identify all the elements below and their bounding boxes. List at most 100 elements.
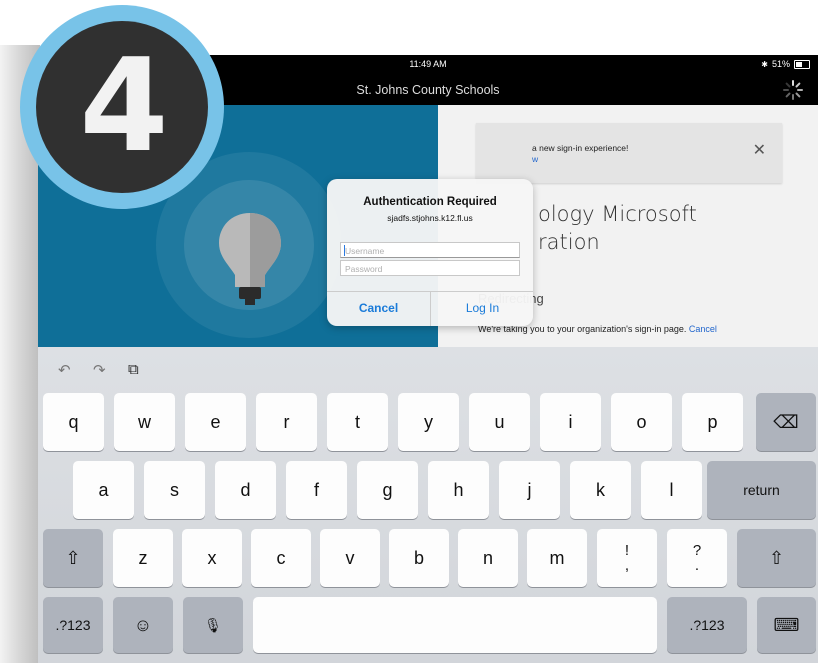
emoji-key[interactable]: ☺ bbox=[113, 597, 173, 653]
key-y-label: y bbox=[424, 411, 433, 432]
question-period-label: ?. bbox=[693, 543, 701, 573]
bluetooth-icon: ✱ bbox=[761, 59, 768, 69]
key-r-label: r bbox=[283, 411, 290, 432]
hide-keyboard-key[interactable]: ⌨ bbox=[757, 597, 816, 653]
key-u[interactable]: u bbox=[469, 393, 530, 451]
key-c[interactable]: c bbox=[251, 529, 311, 587]
key-n[interactable]: n bbox=[458, 529, 518, 587]
battery-percent: 51% bbox=[771, 59, 790, 69]
authentication-dialog: Authentication Required sjadfs.stjohns.k… bbox=[327, 179, 533, 326]
key-i-label: i bbox=[568, 411, 573, 432]
key-j[interactable]: j bbox=[499, 461, 560, 519]
password-placeholder: Password bbox=[345, 264, 383, 274]
username-field[interactable]: Username bbox=[340, 242, 520, 258]
key-p[interactable]: p bbox=[682, 393, 743, 451]
redo-icon[interactable]: ↷ bbox=[93, 361, 106, 379]
key-l[interactable]: l bbox=[641, 461, 702, 519]
key-m[interactable]: m bbox=[527, 529, 587, 587]
key-exclaim-comma[interactable]: !, bbox=[597, 529, 657, 587]
key-x[interactable]: x bbox=[182, 529, 242, 587]
dialog-title: Authentication Required bbox=[363, 196, 497, 208]
cancel-button[interactable]: Cancel bbox=[327, 291, 430, 326]
lightbulb-icon bbox=[219, 213, 281, 305]
numbers-key-right-label: .?123 bbox=[689, 617, 725, 633]
close-icon[interactable]: ✕ bbox=[753, 140, 766, 160]
key-v-label: v bbox=[345, 547, 355, 568]
key-g[interactable]: g bbox=[357, 461, 418, 519]
keyboard-shortcut-bar: ↶ ↷ ⧉ bbox=[38, 347, 818, 391]
key-z-label: z bbox=[138, 547, 148, 568]
hide-keyboard-key-label: ⌨ bbox=[773, 614, 800, 635]
key-c-label: c bbox=[276, 547, 286, 568]
key-g-label: g bbox=[382, 479, 393, 500]
shift-right-key-label: ⇧ bbox=[768, 547, 785, 568]
key-d[interactable]: d bbox=[215, 461, 276, 519]
sign-in-banner: a new sign-in experience! w ✕ bbox=[476, 123, 782, 183]
banner-text: a new sign-in experience! bbox=[532, 143, 629, 153]
key-v[interactable]: v bbox=[320, 529, 380, 587]
comma-label: , bbox=[624, 557, 630, 574]
key-r[interactable]: r bbox=[256, 393, 317, 451]
key-n-label: n bbox=[482, 547, 493, 568]
banner-link[interactable]: w bbox=[532, 154, 538, 164]
key-o[interactable]: o bbox=[611, 393, 672, 451]
emoji-key-label: ☺ bbox=[133, 614, 153, 635]
key-j-label: j bbox=[527, 479, 532, 500]
backspace-key[interactable]: ⌫ bbox=[756, 393, 816, 451]
text-caret bbox=[344, 245, 345, 256]
key-q-label: q bbox=[68, 411, 79, 432]
key-e[interactable]: e bbox=[185, 393, 246, 451]
organization-title: ology Microsoft ration bbox=[538, 200, 697, 256]
period-label: . bbox=[694, 557, 700, 574]
battery-icon bbox=[794, 59, 810, 69]
key-o-label: o bbox=[636, 411, 647, 432]
microphone-key[interactable]: 🎙 bbox=[183, 597, 243, 653]
exclaim-comma-label: !, bbox=[625, 543, 629, 573]
key-t[interactable]: t bbox=[327, 393, 388, 451]
key-e-label: e bbox=[210, 411, 221, 432]
key-k[interactable]: k bbox=[570, 461, 631, 519]
key-a-label: a bbox=[98, 479, 109, 500]
login-button[interactable]: Log In bbox=[431, 291, 533, 326]
backspace-key-label: ⌫ bbox=[773, 411, 799, 432]
dialog-subtitle: sjadfs.stjohns.k12.fl.us bbox=[387, 213, 473, 223]
step-number: 4 bbox=[79, 32, 168, 181]
key-s[interactable]: s bbox=[144, 461, 205, 519]
key-s-label: s bbox=[170, 479, 179, 500]
key-h[interactable]: h bbox=[428, 461, 489, 519]
numbers-key-left-label: .?123 bbox=[55, 617, 91, 633]
key-a[interactable]: a bbox=[73, 461, 134, 519]
key-p-label: p bbox=[707, 411, 718, 432]
key-h-label: h bbox=[453, 479, 464, 500]
key-u-label: u bbox=[494, 411, 505, 432]
numbers-key-right[interactable]: .?123 bbox=[667, 597, 747, 653]
redirect-cancel-link[interactable]: Cancel bbox=[689, 324, 717, 334]
key-question-period[interactable]: ?. bbox=[667, 529, 727, 587]
key-b[interactable]: b bbox=[389, 529, 449, 587]
key-f-label: f bbox=[313, 479, 319, 500]
on-screen-keyboard: ↶ ↷ ⧉ q w e r t y u i o p ⌫ a s d f g h j k l return ⇧ z x c v b n m… bbox=[38, 347, 818, 663]
key-z[interactable]: z bbox=[113, 529, 173, 587]
microphone-key-label: 🎙 bbox=[204, 616, 222, 633]
paste-icon[interactable]: ⧉ bbox=[128, 361, 139, 378]
key-y[interactable]: y bbox=[398, 393, 459, 451]
username-placeholder: Username bbox=[345, 246, 385, 256]
key-w[interactable]: w bbox=[114, 393, 175, 451]
return-key[interactable]: return bbox=[707, 461, 816, 519]
password-field[interactable]: Password bbox=[340, 260, 520, 276]
return-key-label: return bbox=[743, 482, 780, 498]
key-q[interactable]: q bbox=[43, 393, 104, 451]
organization-title-line2: ration bbox=[538, 230, 600, 254]
space-bar[interactable] bbox=[253, 597, 657, 653]
key-f[interactable]: f bbox=[286, 461, 347, 519]
undo-icon[interactable]: ↶ bbox=[58, 361, 71, 379]
numbers-key-left[interactable]: .?123 bbox=[43, 597, 103, 653]
key-k-label: k bbox=[596, 479, 605, 500]
key-t-label: t bbox=[354, 411, 360, 432]
key-x-label: x bbox=[207, 547, 217, 568]
key-i[interactable]: i bbox=[540, 393, 601, 451]
shift-right-key[interactable]: ⇧ bbox=[737, 529, 816, 587]
key-w-label: w bbox=[138, 411, 151, 432]
shift-left-key[interactable]: ⇧ bbox=[43, 529, 103, 587]
battery-indicator: ✱ 51% bbox=[761, 59, 810, 69]
